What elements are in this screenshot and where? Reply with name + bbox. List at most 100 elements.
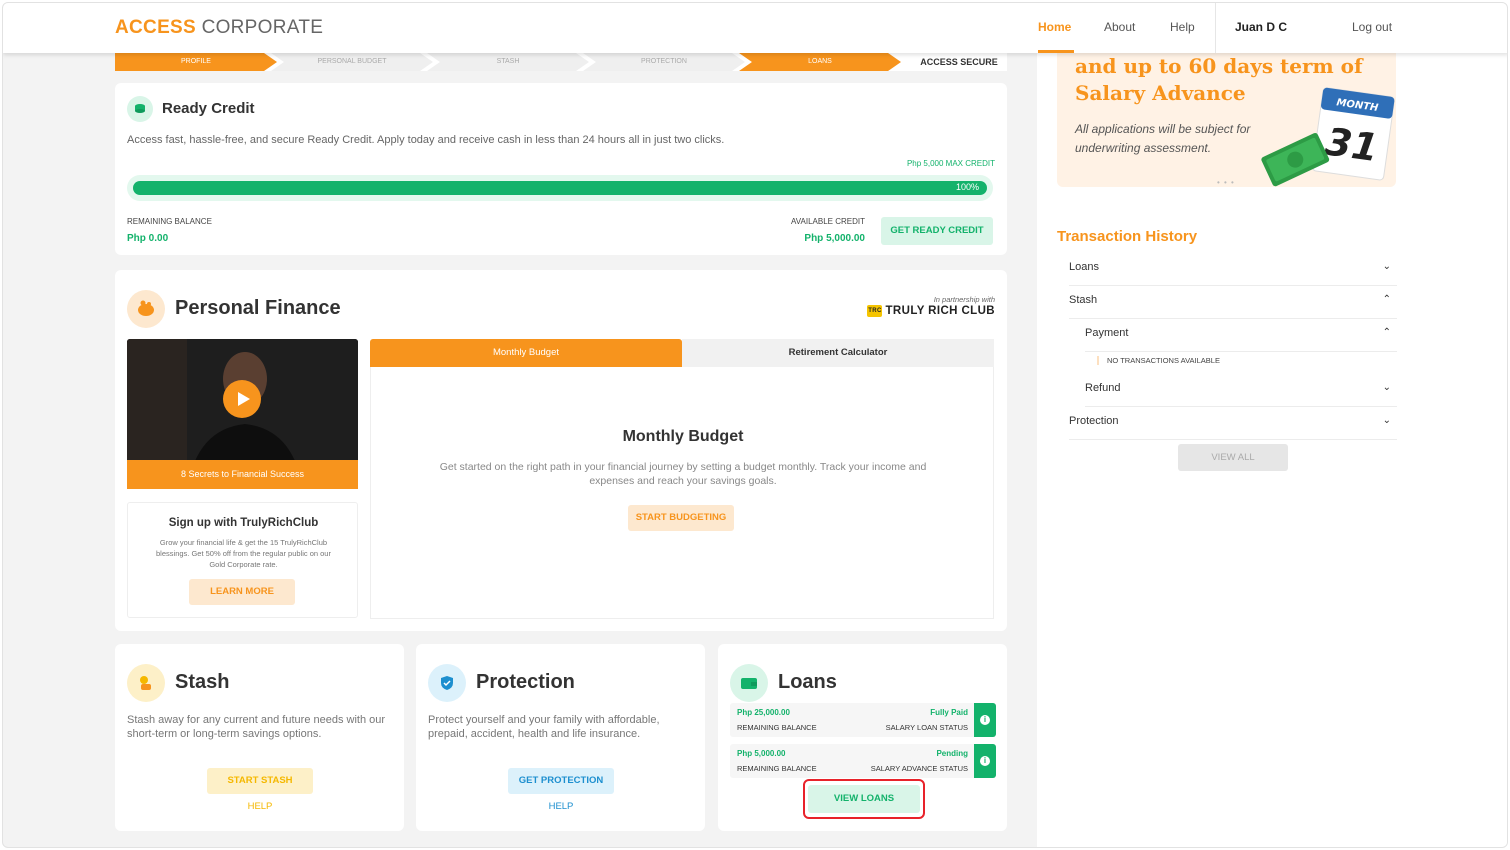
play-icon[interactable] <box>223 380 261 418</box>
step-personal-budget[interactable]: PERSONAL BUDGET <box>271 53 433 71</box>
monthly-budget-title: Monthly Budget <box>622 428 744 445</box>
no-transactions-message: NO TRANSACTIONS AVAILABLE <box>1097 356 1220 365</box>
signup-description: Grow your financial life & get the 15 Tr… <box>156 538 331 569</box>
learn-more-button[interactable]: LEARN MORE <box>189 579 295 605</box>
nav-home[interactable]: Home <box>1038 20 1071 34</box>
nav-active-indicator <box>1038 50 1074 53</box>
ready-credit-card: Ready Credit Access fast, hassle-free, a… <box>115 83 1007 255</box>
step-profile[interactable]: PROFILE <box>115 53 277 71</box>
protection-card: Protection Protect yourself and your fam… <box>416 644 705 831</box>
transaction-history-title: Transaction History <box>1057 228 1198 245</box>
calendar-cash-icon: MONTH 31 <box>1261 87 1395 187</box>
tab-monthly-budget[interactable]: Monthly Budget <box>370 339 682 367</box>
shield-icon <box>428 664 466 702</box>
protection-description: Protect yourself and your family with af… <box>428 714 660 740</box>
video-caption[interactable]: 8 Secrets to Financial Success <box>127 460 358 489</box>
promo-banner[interactable]: and up to 60 days term of Salary Advance… <box>1057 53 1396 187</box>
loan-amount: Php 25,000.00 <box>737 708 790 717</box>
start-budgeting-button[interactable]: START BUDGETING <box>628 505 734 531</box>
th-loans-row[interactable]: Loans ⌄ <box>1069 253 1397 286</box>
logo-rest: CORPORATE <box>195 17 324 38</box>
th-protection-label: Protection <box>1069 415 1119 427</box>
calendar-day: 31 <box>1323 119 1381 170</box>
wallet-icon <box>730 664 768 702</box>
monthly-budget-description: Get started on the right path in your fi… <box>439 461 927 487</box>
remaining-balance-value: Php 0.00 <box>127 233 169 244</box>
coins-icon <box>127 96 153 122</box>
logo-accent: ACCESS <box>115 17 196 38</box>
view-loans-highlight <box>803 779 925 819</box>
step-loans[interactable]: LOANS <box>739 53 901 71</box>
view-all-button[interactable]: VIEW ALL <box>1178 444 1288 471</box>
info-icon: i <box>980 715 990 725</box>
promo-note: All applications will be subject for und… <box>1075 122 1251 155</box>
loan-row-salary-loan: Php 25,000.00 REMAINING BALANCE Fully Pa… <box>730 703 996 737</box>
loan-status-label: SALARY LOAN STATUS <box>885 723 968 732</box>
piggy-icon <box>127 290 165 328</box>
nav-about[interactable]: About <box>1104 20 1135 34</box>
promo-headline-line1: and up to 60 days term of <box>1075 54 1363 78</box>
truly-rich-club-logo: TRC TRULY RICH CLUB <box>867 305 995 317</box>
loan-amount: Php 5,000.00 <box>737 749 786 758</box>
loan-info-button[interactable]: i <box>974 703 996 737</box>
chevron-up-icon: ⌃ <box>1382 327 1391 338</box>
loan-status: Pending <box>936 749 968 758</box>
signup-box: Sign up with TrulyRichClub Grow your fin… <box>127 502 358 618</box>
personal-finance-card: Personal Finance In partnership with TRC… <box>115 270 1007 631</box>
th-protection-row[interactable]: Protection ⌄ <box>1069 407 1397 440</box>
credit-progress-bar: 100% <box>127 175 993 201</box>
chevron-down-icon: ⌄ <box>1382 415 1391 426</box>
stash-description: Stash away for any current and future ne… <box>127 714 386 740</box>
brand-logo[interactable]: ACCESS CORPORATE <box>115 17 323 39</box>
start-stash-button[interactable]: START STASH <box>207 768 313 794</box>
top-navigation: ACCESS CORPORATE Home About Help Juan D … <box>3 3 1507 53</box>
progress-steps: PROFILE PERSONAL BUDGET STASH PROTECTION… <box>115 53 1007 71</box>
th-payment-label: Payment <box>1085 327 1129 339</box>
loan-amount-label: REMAINING BALANCE <box>737 764 817 773</box>
carousel-dots[interactable]: • • • <box>1217 178 1235 187</box>
partnership-text: In partnership with <box>933 295 995 304</box>
get-ready-credit-button[interactable]: GET READY CREDIT <box>881 217 993 245</box>
credit-progress-percent: 100% <box>955 182 979 192</box>
signup-title: Sign up with TrulyRichClub <box>168 517 319 529</box>
loans-title: Loans <box>778 671 837 693</box>
protection-help-link[interactable]: HELP <box>508 801 614 812</box>
finance-tabs: Monthly Budget Retirement Calculator <box>370 339 994 367</box>
th-loans-label: Loans <box>1069 261 1099 273</box>
protection-title: Protection <box>476 671 575 693</box>
stash-card: Stash Stash away for any current and fut… <box>115 644 404 831</box>
stash-title: Stash <box>175 671 230 693</box>
tab-retirement-calculator[interactable]: Retirement Calculator <box>682 339 994 367</box>
th-stash-row[interactable]: Stash ⌃ <box>1069 286 1397 319</box>
chevron-down-icon: ⌄ <box>1382 261 1391 272</box>
chevron-up-icon: ⌃ <box>1382 294 1391 305</box>
available-credit-value: Php 5,000.00 <box>804 233 865 244</box>
chevron-down-icon: ⌄ <box>1382 382 1391 393</box>
logout-link[interactable]: Log out <box>1352 20 1392 34</box>
th-payment-row[interactable]: Payment ⌃ <box>1085 319 1397 352</box>
app-window: ACCESS CORPORATE Home About Help Juan D … <box>2 2 1508 848</box>
ready-credit-description: Access fast, hassle-free, and secure Rea… <box>127 134 725 146</box>
stash-coin-icon <box>127 664 165 702</box>
loan-info-button[interactable]: i <box>974 744 996 778</box>
nav-help[interactable]: Help <box>1170 20 1195 34</box>
info-icon: i <box>980 756 990 766</box>
stash-help-link[interactable]: HELP <box>207 801 313 812</box>
step-stash[interactable]: STASH <box>427 53 589 71</box>
trc-badge: TRC <box>867 305 883 317</box>
nav-divider <box>1215 3 1216 53</box>
user-name[interactable]: Juan D C <box>1235 20 1287 34</box>
monthly-budget-panel: Monthly Budget Get started on the right … <box>370 367 994 619</box>
loan-amount-label: REMAINING BALANCE <box>737 723 817 732</box>
loan-status: Fully Paid <box>930 708 968 717</box>
remaining-balance-label: REMAINING BALANCE <box>127 217 212 226</box>
step-protection[interactable]: PROTECTION <box>583 53 745 71</box>
th-refund-row[interactable]: Refund ⌄ <box>1085 374 1397 407</box>
max-credit-label: Php 5,000 MAX CREDIT <box>906 159 995 168</box>
get-protection-button[interactable]: GET PROTECTION <box>508 768 614 794</box>
th-stash-label: Stash <box>1069 294 1098 306</box>
available-credit-label: AVAILABLE CREDIT <box>791 217 865 226</box>
personal-finance-title: Personal Finance <box>175 297 341 319</box>
step-access-secure[interactable]: ACCESS SECURE <box>911 53 1007 71</box>
loan-row-salary-advance: Php 5,000.00 REMAINING BALANCE Pending S… <box>730 744 996 778</box>
